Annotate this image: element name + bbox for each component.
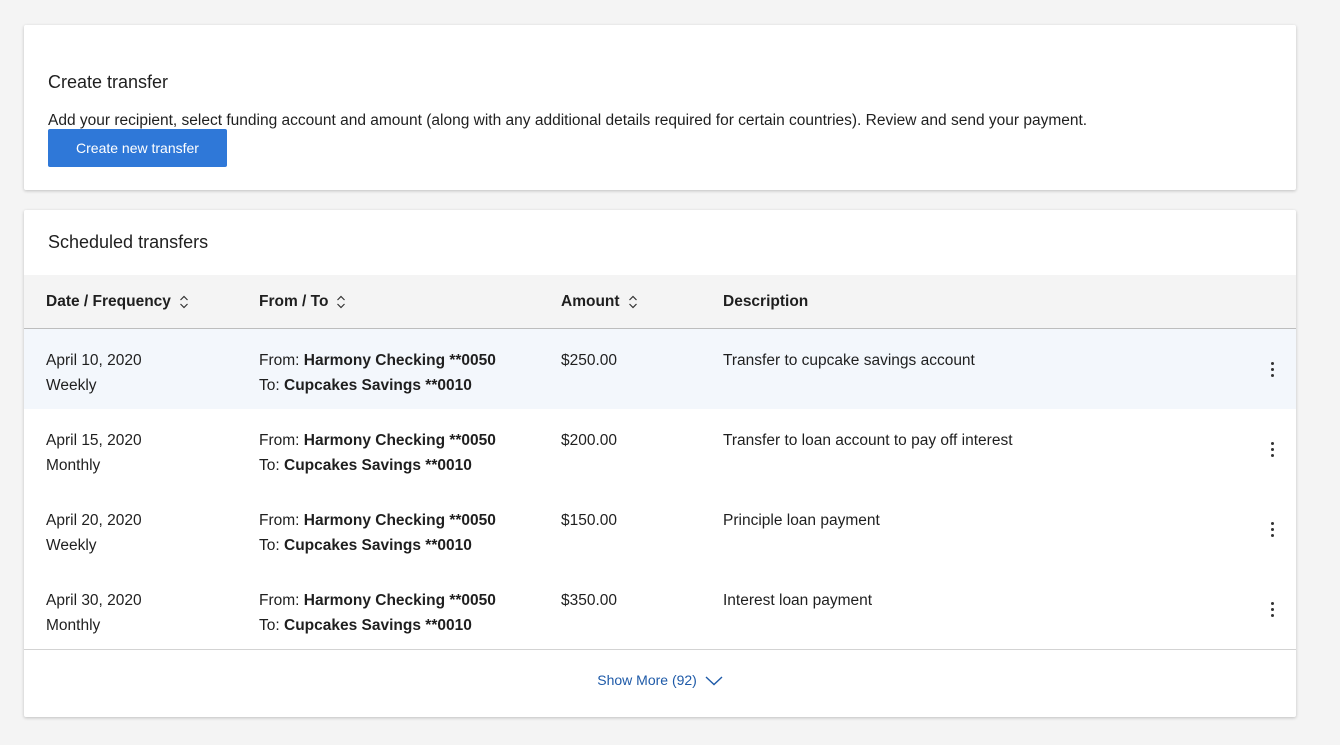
row-description: Principle loan payment bbox=[723, 512, 880, 529]
from-to-cell: From: Harmony Checking **0050 To: Cupcak… bbox=[259, 348, 496, 398]
row-to-account: Cupcakes Savings **0010 bbox=[284, 537, 472, 554]
to-prefix: To: bbox=[259, 377, 280, 394]
row-to-account: Cupcakes Savings **0010 bbox=[284, 457, 472, 474]
row-description: Transfer to cupcake savings account bbox=[723, 352, 975, 369]
sort-icon[interactable] bbox=[179, 295, 189, 309]
kebab-menu-icon[interactable] bbox=[1264, 518, 1280, 540]
from-prefix: From: bbox=[259, 432, 300, 449]
date-frequency-cell: April 10, 2020 Weekly bbox=[46, 348, 142, 398]
create-new-transfer-button[interactable]: Create new transfer bbox=[48, 129, 227, 167]
table-row[interactable]: April 30, 2020 Monthly From: Harmony Che… bbox=[24, 569, 1296, 650]
sort-icon[interactable] bbox=[628, 295, 638, 309]
to-prefix: To: bbox=[259, 537, 280, 554]
chevron-down-icon bbox=[705, 673, 723, 689]
create-transfer-card: Create transfer Add your recipient, sele… bbox=[24, 25, 1296, 190]
table-row[interactable]: April 15, 2020 Monthly From: Harmony Che… bbox=[24, 409, 1296, 490]
row-amount: $250.00 bbox=[561, 352, 618, 369]
row-amount: $350.00 bbox=[561, 592, 618, 609]
row-amount: $200.00 bbox=[561, 432, 618, 449]
to-prefix: To: bbox=[259, 617, 280, 634]
row-date: April 20, 2020 bbox=[46, 512, 142, 529]
show-more-label: Show More (92) bbox=[597, 672, 697, 688]
from-to-cell: From: Harmony Checking **0050 To: Cupcak… bbox=[259, 508, 496, 558]
from-to-cell: From: Harmony Checking **0050 To: Cupcak… bbox=[259, 428, 496, 478]
scheduled-transfers-card: Scheduled transfers Date / Frequency Fro… bbox=[24, 210, 1296, 717]
table-row[interactable]: April 20, 2020 Weekly From: Harmony Chec… bbox=[24, 489, 1296, 570]
date-frequency-cell: April 30, 2020 Monthly bbox=[46, 588, 142, 638]
column-header-amount-label: Amount bbox=[561, 293, 620, 310]
row-to-account: Cupcakes Savings **0010 bbox=[284, 617, 472, 634]
column-header-from-to-label: From / To bbox=[259, 293, 329, 310]
row-to-account: Cupcakes Savings **0010 bbox=[284, 377, 472, 394]
scheduled-transfers-title: Scheduled transfers bbox=[48, 232, 209, 252]
create-transfer-title: Create transfer bbox=[48, 72, 169, 92]
row-amount: $150.00 bbox=[561, 512, 618, 529]
kebab-menu-icon[interactable] bbox=[1264, 358, 1280, 380]
row-from-account: Harmony Checking **0050 bbox=[303, 352, 496, 369]
column-header-description: Description bbox=[723, 293, 808, 311]
date-frequency-cell: April 20, 2020 Weekly bbox=[46, 508, 142, 558]
from-prefix: From: bbox=[259, 512, 300, 529]
row-date: April 15, 2020 bbox=[46, 432, 142, 449]
to-prefix: To: bbox=[259, 457, 280, 474]
from-to-cell: From: Harmony Checking **0050 To: Cupcak… bbox=[259, 588, 496, 638]
row-from-account: Harmony Checking **0050 bbox=[303, 512, 496, 529]
table-header: Date / Frequency From / To Amount Descri… bbox=[24, 275, 1296, 329]
row-frequency: Monthly bbox=[46, 617, 101, 634]
column-header-date[interactable]: Date / Frequency bbox=[46, 293, 189, 311]
from-prefix: From: bbox=[259, 352, 300, 369]
kebab-menu-icon[interactable] bbox=[1264, 438, 1280, 460]
sort-icon[interactable] bbox=[336, 295, 346, 309]
row-from-account: Harmony Checking **0050 bbox=[303, 432, 496, 449]
kebab-menu-icon[interactable] bbox=[1264, 598, 1280, 620]
row-frequency: Weekly bbox=[46, 377, 97, 394]
column-header-amount[interactable]: Amount bbox=[561, 293, 638, 311]
create-transfer-description: Add your recipient, select funding accou… bbox=[48, 112, 1088, 129]
row-description: Interest loan payment bbox=[723, 592, 873, 609]
date-frequency-cell: April 15, 2020 Monthly bbox=[46, 428, 142, 478]
column-header-date-label: Date / Frequency bbox=[46, 293, 171, 310]
row-frequency: Weekly bbox=[46, 537, 97, 554]
row-date: April 10, 2020 bbox=[46, 352, 142, 369]
row-description: Transfer to loan account to pay off inte… bbox=[723, 432, 1013, 449]
row-from-account: Harmony Checking **0050 bbox=[303, 592, 496, 609]
column-header-description-label: Description bbox=[723, 293, 809, 310]
table-row[interactable]: April 10, 2020 Weekly From: Harmony Chec… bbox=[24, 329, 1296, 410]
row-frequency: Monthly bbox=[46, 457, 101, 474]
from-prefix: From: bbox=[259, 592, 300, 609]
row-date: April 30, 2020 bbox=[46, 592, 142, 609]
column-header-from-to[interactable]: From / To bbox=[259, 293, 346, 311]
show-more-button[interactable]: Show More (92) bbox=[24, 672, 1296, 689]
